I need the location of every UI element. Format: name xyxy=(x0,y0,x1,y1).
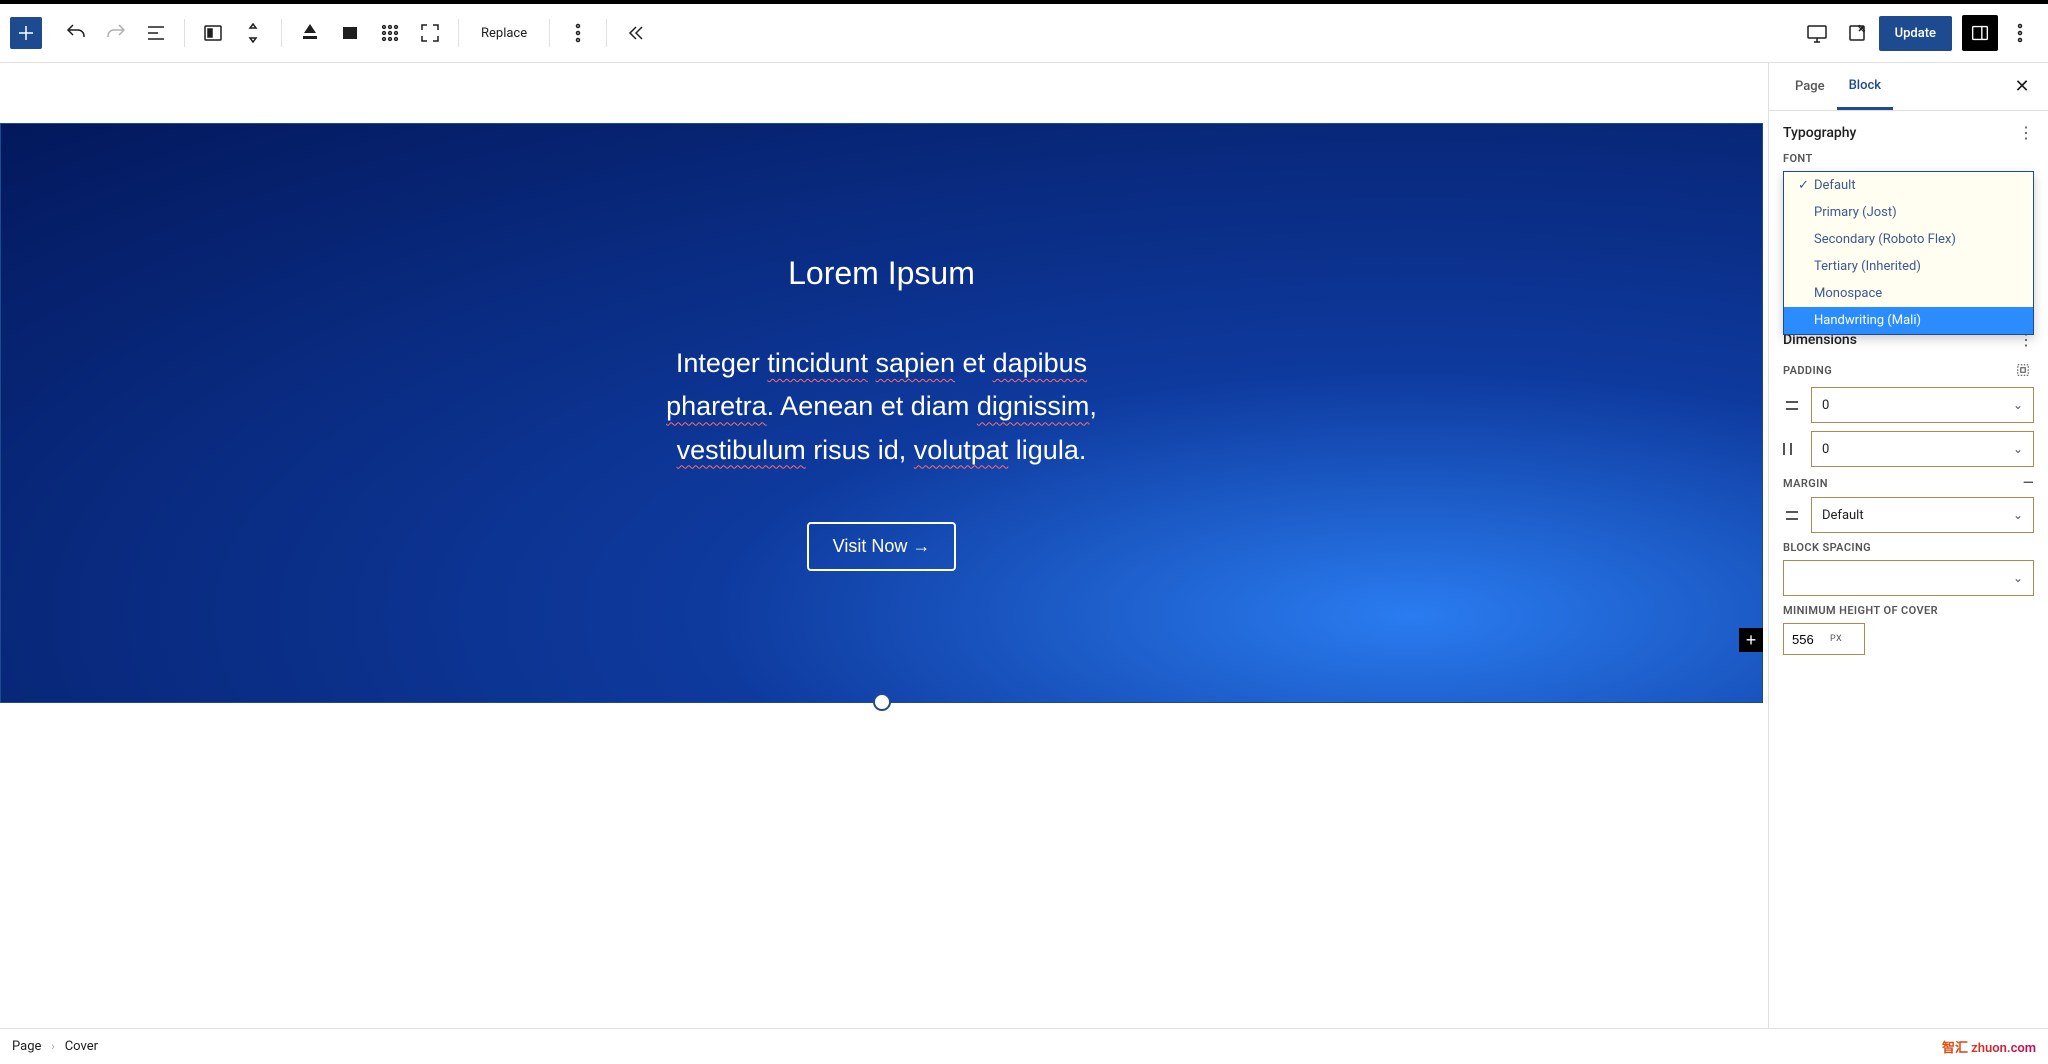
min-height-input[interactable]: PX xyxy=(1783,623,1865,655)
chevron-right-icon: › xyxy=(51,1040,54,1053)
font-option[interactable]: ✓Default xyxy=(1784,172,2033,199)
chevron-down-icon: ⌄ xyxy=(2013,442,2023,456)
move-arrows-button[interactable] xyxy=(235,15,271,51)
font-option[interactable]: Handwriting (Mali) xyxy=(1784,307,2033,334)
link-sides-button[interactable]: — xyxy=(2023,475,2034,491)
cover-block[interactable]: Lorem Ipsum Integer tincidunt sapien et … xyxy=(0,123,1763,703)
update-button[interactable]: Update xyxy=(1879,16,1952,51)
add-block-button[interactable] xyxy=(10,17,42,49)
chevron-down-icon: ⌄ xyxy=(2013,571,2023,585)
settings-sidebar-toggle[interactable] xyxy=(1962,15,1998,51)
font-option[interactable]: Primary (Jost) xyxy=(1784,199,2033,226)
breadcrumb-cover[interactable]: Cover xyxy=(65,1039,98,1054)
horizontal-padding-icon xyxy=(1783,443,1801,455)
typography-options-button[interactable]: ⋮ xyxy=(2018,123,2034,142)
replace-button[interactable]: Replace xyxy=(469,18,539,49)
tab-block[interactable]: Block xyxy=(1837,64,1893,110)
font-dropdown[interactable]: ✓DefaultPrimary (Jost)Secondary (Roboto … xyxy=(1783,171,2034,335)
unlink-sides-button[interactable] xyxy=(2012,359,2034,381)
cover-block-icon[interactable] xyxy=(195,15,231,51)
undo-button[interactable] xyxy=(58,15,94,51)
view-page-button[interactable] xyxy=(1839,15,1875,51)
fullscreen-button[interactable] xyxy=(412,15,448,51)
content-position-button[interactable] xyxy=(292,15,328,51)
grid-button[interactable] xyxy=(372,15,408,51)
sidebar-close-button[interactable]: ✕ xyxy=(2010,75,2034,99)
cover-paragraph[interactable]: Integer tincidunt sapien et dapibus phar… xyxy=(666,342,1097,472)
align-button[interactable] xyxy=(332,15,368,51)
cover-resize-handle[interactable] xyxy=(873,693,891,711)
editor-canvas[interactable]: Lorem Ipsum Integer tincidunt sapien et … xyxy=(0,63,1768,1028)
breadcrumb-page[interactable]: Page xyxy=(12,1039,41,1054)
font-label: FONT xyxy=(1783,152,2034,165)
block-spacing-select[interactable]: ⌄ xyxy=(1783,560,2034,596)
block-spacing-label: BLOCK SPACING xyxy=(1783,541,2034,554)
options-menu-button[interactable] xyxy=(2002,15,2038,51)
font-option[interactable]: Monospace xyxy=(1784,280,2033,307)
toolbar: Replace Update xyxy=(0,4,2048,63)
font-option[interactable]: Secondary (Roboto Flex) xyxy=(1784,226,2033,253)
vertical-padding-icon xyxy=(1783,401,1801,410)
font-option[interactable]: Tertiary (Inherited) xyxy=(1784,253,2033,280)
document-overview-button[interactable] xyxy=(138,15,174,51)
cover-title[interactable]: Lorem Ipsum xyxy=(788,255,975,292)
min-height-value[interactable] xyxy=(1792,632,1824,647)
collapse-toolbar-button[interactable] xyxy=(617,15,653,51)
tab-page[interactable]: Page xyxy=(1783,65,1837,108)
redo-button[interactable] xyxy=(98,15,134,51)
chevron-down-icon: ⌄ xyxy=(2013,398,2023,412)
margin-label: MARGIN xyxy=(1783,477,1828,490)
chevron-down-icon: ⌄ xyxy=(2013,508,2023,522)
watermark: 智汇 zhuon.com xyxy=(1942,1037,2036,1056)
breadcrumb: Page › Cover 智汇 zhuon.com xyxy=(0,1028,2048,1064)
margin-select[interactable]: Default⌄ xyxy=(1811,497,2034,533)
view-desktop-button[interactable] xyxy=(1799,15,1835,51)
padding-vertical-select[interactable]: 0⌄ xyxy=(1811,387,2034,423)
min-height-label: MINIMUM HEIGHT OF COVER xyxy=(1783,604,2034,617)
vertical-margin-icon xyxy=(1783,511,1801,520)
append-block-button[interactable]: + xyxy=(1739,628,1763,652)
more-options-button[interactable] xyxy=(560,15,596,51)
typography-panel-title: Typography xyxy=(1783,125,1856,141)
min-height-unit[interactable]: PX xyxy=(1830,634,1842,644)
padding-horizontal-select[interactable]: 0⌄ xyxy=(1811,431,2034,467)
settings-sidebar: Page Block ✕ Typography ⋮ FONT ✓DefaultP… xyxy=(1768,63,2048,1028)
cover-cta-button[interactable]: Visit Now → xyxy=(807,522,957,571)
padding-label: PADDING xyxy=(1783,364,1832,377)
